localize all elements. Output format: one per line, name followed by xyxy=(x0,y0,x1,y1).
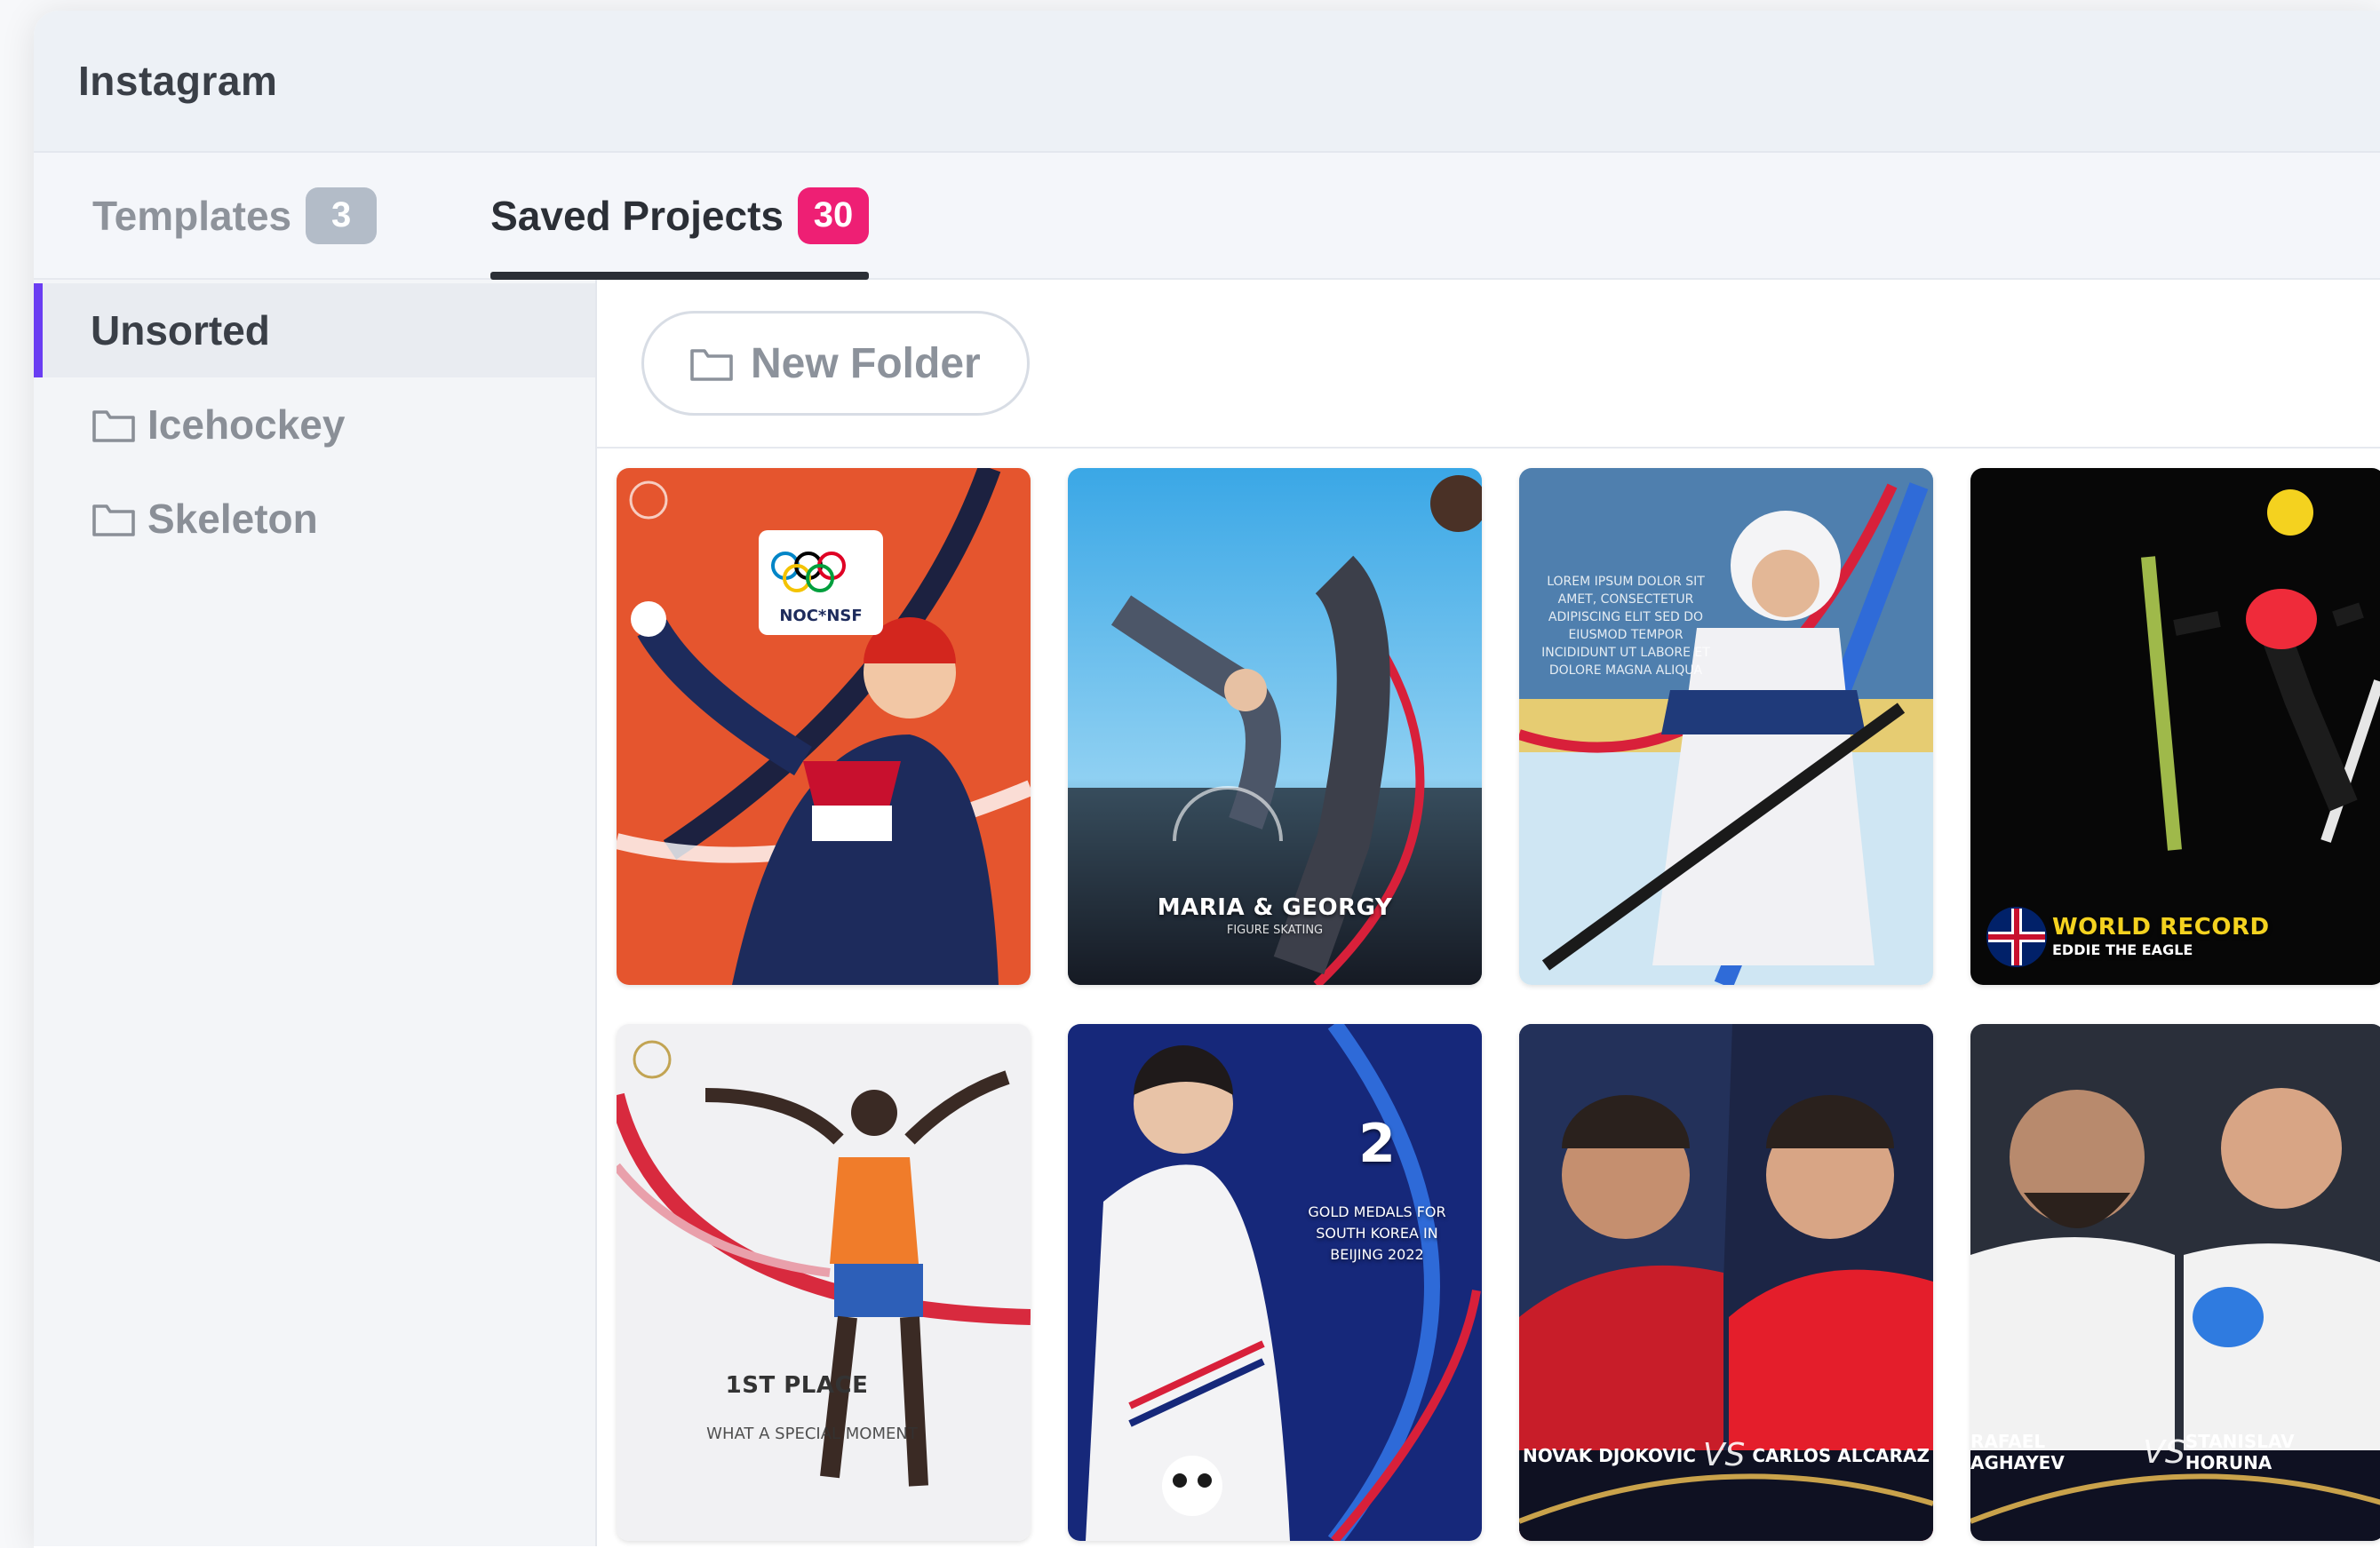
project-card[interactable]: LOREM IPSUM DOLOR SIT AMET, CONSECTETUR … xyxy=(1519,468,1933,985)
templates-count-badge: 3 xyxy=(306,187,378,244)
project-thumbnail xyxy=(617,1024,1031,1541)
app-window: Instagram Templates 3 Saved Projects 30 … xyxy=(34,11,2380,1548)
project-title: 1ST PLACE xyxy=(725,1372,869,1399)
folder-icon xyxy=(92,504,135,536)
project-lorem-text: LOREM IPSUM DOLOR SIT AMET, CONSECTETUR … xyxy=(1541,575,1710,678)
sidebar-item-icehockey[interactable]: Icehockey xyxy=(34,377,595,472)
saved-projects-count-badge: 30 xyxy=(797,187,869,244)
tab-saved-projects-label: Saved Projects xyxy=(490,192,784,239)
project-card[interactable]: WORLD RECORD EDDIE THE EAGLE xyxy=(1970,468,2380,985)
project-thumbnail xyxy=(1970,468,2380,985)
sidebar-item-unsorted[interactable]: Unsorted xyxy=(34,283,595,377)
project-grid: NOC*NSF MARIA & GEORGY FIGURE SKATING LO… xyxy=(617,468,2380,1541)
project-thumbnail xyxy=(1519,468,1933,985)
tab-templates-label: Templates xyxy=(92,192,292,239)
player-right: CARLOS ALCARAZ xyxy=(1752,1444,1930,1466)
project-subtitle: FIGURE SKATING xyxy=(1226,924,1324,937)
tab-bar: Templates 3 Saved Projects 30 xyxy=(34,153,2380,280)
projects-toolbar: New Folder xyxy=(597,280,2380,449)
content-area: Unsorted Icehockey Skeleton New Folder N… xyxy=(34,280,2380,1546)
noc-logo-text: NOC*NSF xyxy=(779,607,862,625)
project-card[interactable]: 2 GOLD MEDALS FOR SOUTH KOREA IN BEIJING… xyxy=(1068,1024,1482,1541)
project-subtitle: EDDIE THE EAGLE xyxy=(2052,941,2193,958)
project-card[interactable]: NOVAK DJOKOVIC VS CARLOS ALCARAZ xyxy=(1519,1024,1933,1541)
project-subtitle: GOLD MEDALS FOR SOUTH KOREA IN BEIJING 2… xyxy=(1308,1203,1446,1263)
vs-label: VS xyxy=(2143,1433,2185,1471)
project-title: MARIA & GEORGY xyxy=(1157,894,1393,921)
matchup: RAFAEL AGHAYEV VS STANISLAV HORUNA xyxy=(1970,1431,2380,1473)
sidebar-item-label: Icehockey xyxy=(147,401,346,448)
app-header: Instagram xyxy=(34,11,2380,153)
project-card[interactable]: 1ST PLACE WHAT A SPECIAL MOMENT xyxy=(617,1024,1031,1541)
player-right: STANISLAV HORUNA xyxy=(2185,1431,2295,1473)
medal-count: 2 xyxy=(1358,1113,1396,1175)
matchup: NOVAK DJOKOVIC VS CARLOS ALCARAZ xyxy=(1519,1437,1933,1473)
folder-icon xyxy=(690,349,733,381)
project-thumbnail xyxy=(1068,1024,1482,1541)
tab-saved-projects[interactable]: Saved Projects 30 xyxy=(490,153,869,280)
projects-main: New Folder NOC*NSF MARIA & GEORGY FIGURE… xyxy=(597,280,2380,1546)
new-folder-label: New Folder xyxy=(751,339,981,387)
project-subtitle: WHAT A SPECIAL MOMENT xyxy=(706,1425,918,1443)
vs-label: VS xyxy=(1702,1437,1746,1473)
sidebar-item-label: Skeleton xyxy=(147,496,318,542)
player-left: RAFAEL AGHAYEV xyxy=(1970,1431,2065,1473)
project-thumbnail: NOC*NSF xyxy=(617,468,1031,985)
sidebar-item-label: Unsorted xyxy=(91,307,270,353)
project-card[interactable]: NOC*NSF xyxy=(617,468,1031,985)
new-folder-button[interactable]: New Folder xyxy=(641,311,1030,416)
sidebar-item-skeleton[interactable]: Skeleton xyxy=(34,472,595,566)
project-card[interactable]: MARIA & GEORGY FIGURE SKATING xyxy=(1068,468,1482,985)
tab-templates[interactable]: Templates 3 xyxy=(92,153,378,278)
player-left: NOVAK DJOKOVIC xyxy=(1522,1444,1696,1466)
folder-sidebar: Unsorted Icehockey Skeleton xyxy=(34,280,597,1546)
folder-icon xyxy=(92,410,135,442)
app-title: Instagram xyxy=(78,58,278,104)
project-card[interactable]: RAFAEL AGHAYEV VS STANISLAV HORUNA xyxy=(1970,1024,2380,1541)
project-title: WORLD RECORD xyxy=(2052,914,2270,941)
